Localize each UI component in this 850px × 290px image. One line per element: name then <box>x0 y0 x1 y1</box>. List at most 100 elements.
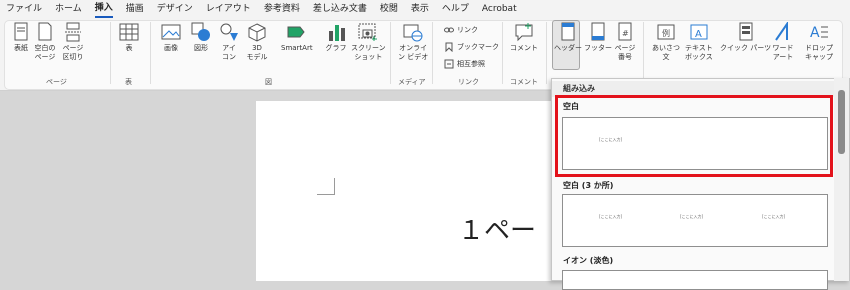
separator <box>110 22 111 84</box>
icons-button[interactable]: アイ コン <box>218 21 240 62</box>
bookmark-label: ブックマーク <box>457 43 499 51</box>
smartart-button[interactable]: SmartArt <box>281 21 313 53</box>
gallery-item-title: 空白 (3 か所) <box>563 181 614 190</box>
document-page[interactable] <box>256 101 556 281</box>
link-button[interactable]: リンク <box>444 25 478 35</box>
tab-file[interactable]: ファイル <box>6 0 42 18</box>
document-text[interactable]: １ペー <box>458 210 536 247</box>
screenshot-label: スクリーン ショット <box>351 44 386 61</box>
cover-page-button[interactable]: 表紙 <box>10 21 32 53</box>
wordart-button[interactable]: ワード アート <box>772 21 794 62</box>
svg-text:例: 例 <box>662 28 670 38</box>
tab-mailings[interactable]: 差し込み文書 <box>313 0 367 18</box>
tab-references[interactable]: 参考資料 <box>264 0 300 18</box>
quick-parts-button[interactable]: クイック パーツ <box>720 21 771 53</box>
header-label: ヘッダー <box>554 44 582 52</box>
links-group-label: リンク <box>458 78 479 86</box>
3d-models-button[interactable]: 3D モデル <box>246 21 268 62</box>
blank-page-label: 空白の ページ <box>34 44 56 61</box>
tab-review[interactable]: 校閲 <box>380 0 398 18</box>
chart-button[interactable]: グラフ <box>325 21 347 53</box>
header-icon <box>557 21 579 43</box>
selection-highlight <box>555 95 833 177</box>
wordart-label: ワード アート <box>772 44 794 61</box>
tab-home[interactable]: ホーム <box>55 0 82 18</box>
chart-icon <box>325 21 347 43</box>
tab-help[interactable]: ヘルプ <box>442 0 469 18</box>
tab-view[interactable]: 表示 <box>411 0 429 18</box>
separator <box>546 22 547 84</box>
svg-text:A: A <box>695 29 702 40</box>
separator <box>643 22 644 84</box>
link-icon <box>444 25 454 35</box>
header-button[interactable]: ヘッダー <box>554 21 582 53</box>
comments-group-label: コメント <box>510 78 538 86</box>
smartart-label: SmartArt <box>281 44 313 52</box>
gallery-item-ion-light[interactable] <box>562 270 828 290</box>
online-video-button[interactable]: オンライ ン ビデオ <box>398 21 428 62</box>
gallery-item-blank-three-columns[interactable]: [ここに入力] [ここに入力] [ここに入力] <box>562 194 828 247</box>
wordart-icon <box>772 21 794 43</box>
table-group-label: 表 <box>125 78 132 86</box>
svg-text:A: A <box>810 25 820 41</box>
media-group-label: メディア <box>398 78 426 86</box>
separator <box>150 22 151 84</box>
link-label: リンク <box>457 26 478 34</box>
image-icon <box>160 21 182 43</box>
3d-models-label: 3D モデル <box>246 44 268 61</box>
dropcap-icon: A <box>808 21 830 43</box>
screenshot-button[interactable]: スクリーン ショット <box>351 21 386 62</box>
margin-corner-mark <box>317 178 335 195</box>
menu-bar: ファイル ホーム 挿入 描画 デザイン レイアウト 参考資料 差し込み文書 校閲… <box>0 0 850 18</box>
comment-button[interactable]: コメント <box>510 21 538 53</box>
tab-insert[interactable]: 挿入 <box>94 1 113 18</box>
cover-page-label: 表紙 <box>14 44 28 52</box>
svg-text:#: # <box>622 29 629 38</box>
image-button[interactable]: 画像 <box>160 21 182 53</box>
textbox-icon: A <box>688 21 710 43</box>
tab-layout[interactable]: レイアウト <box>206 0 251 18</box>
page-number-button[interactable]: # ページ 番号 <box>614 21 636 62</box>
dropcap-button[interactable]: A ドロップ キャップ <box>805 21 833 62</box>
table-label: 表 <box>125 44 133 52</box>
cover-page-icon <box>10 21 32 43</box>
quick-parts-label: クイック パーツ <box>720 44 772 52</box>
gallery-scroll-thumb[interactable] <box>838 90 845 154</box>
shapes-button[interactable]: 図形 <box>190 21 212 53</box>
tab-design[interactable]: デザイン <box>157 0 193 18</box>
page-break-label: ページ 区切り <box>62 44 84 61</box>
cube-icon <box>246 21 268 43</box>
table-button[interactable]: 表 <box>118 21 140 53</box>
page-break-icon <box>62 21 84 43</box>
cross-reference-button[interactable]: 相互参照 <box>444 59 485 69</box>
separator <box>502 22 503 84</box>
cross-reference-icon <box>444 59 454 69</box>
blank-page-icon <box>34 21 56 43</box>
greeting-label: あいさつ 文 <box>652 44 680 61</box>
tab-acrobat[interactable]: Acrobat <box>482 0 517 18</box>
page-break-button[interactable]: ページ 区切り <box>62 21 84 62</box>
chart-label: グラフ <box>325 44 347 52</box>
bookmark-button[interactable]: ブックマーク <box>444 42 499 52</box>
footer-button[interactable]: フッター <box>584 21 612 53</box>
textbox-button[interactable]: A テキスト ボックス <box>685 21 713 62</box>
smartart-icon <box>286 21 308 43</box>
icons-label: アイ コン <box>222 44 236 61</box>
quick-parts-icon <box>735 21 757 43</box>
tab-draw[interactable]: 描画 <box>126 0 144 18</box>
image-label: 画像 <box>164 44 178 52</box>
shapes-icon <box>190 21 212 43</box>
camera-icon <box>357 21 379 43</box>
greeting-icon: 例 <box>655 21 677 43</box>
placeholder-text: [ここに入力] <box>680 214 704 219</box>
illustrations-group-label: 図 <box>265 78 272 86</box>
cross-reference-label: 相互参照 <box>457 60 485 68</box>
bookmark-icon <box>444 42 454 52</box>
comment-icon <box>513 21 535 43</box>
placeholder-text: [ここに入力] <box>599 214 623 219</box>
textbox-label: テキスト ボックス <box>685 44 713 61</box>
greeting-button[interactable]: 例 あいさつ 文 <box>652 21 680 62</box>
comment-label: コメント <box>510 44 538 52</box>
blank-page-button[interactable]: 空白の ページ <box>34 21 56 62</box>
footer-icon <box>587 21 609 43</box>
